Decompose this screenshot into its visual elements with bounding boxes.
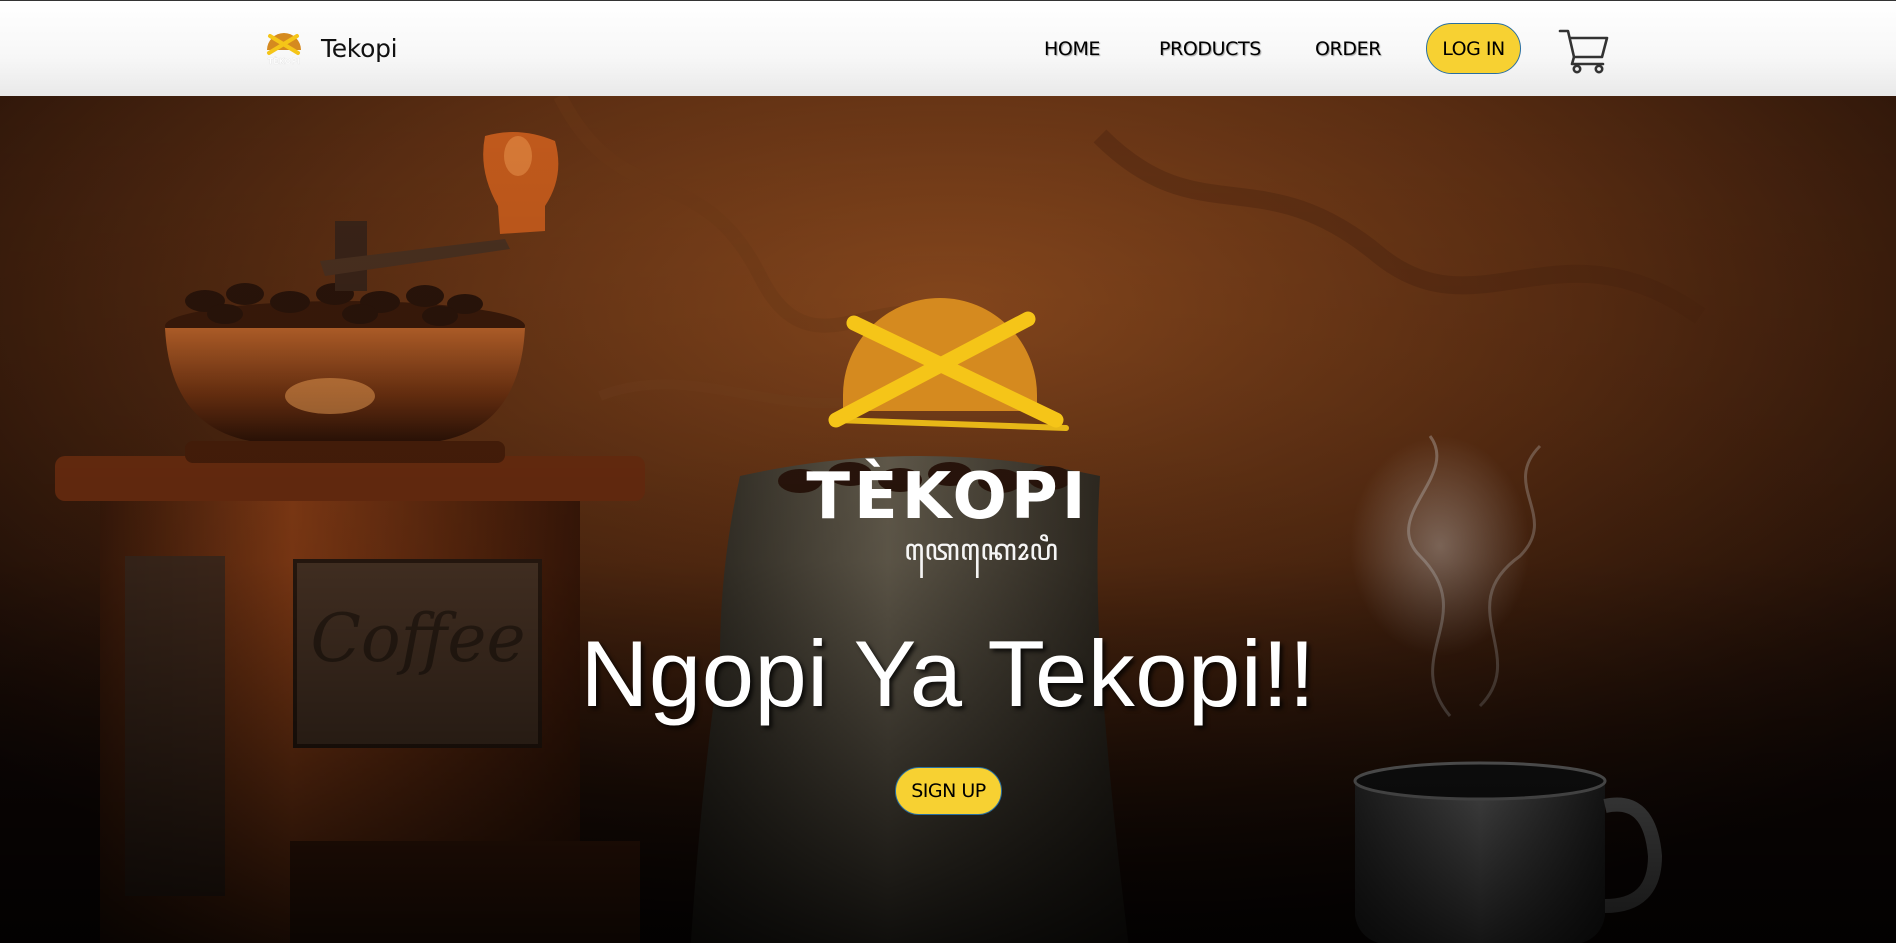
nav-home-link[interactable]: HOME [1044, 38, 1100, 60]
brand-name: Tekopi [321, 33, 398, 63]
brand[interactable]: TÈKOPI Tekopi [264, 23, 398, 73]
signup-button[interactable]: SIGN UP [895, 767, 1002, 815]
hero-section: Coffee [0, 96, 1896, 943]
hero-logo-script: ꦠꦺꦏꦺꦴꦥꦶ [904, 533, 1058, 578]
login-button[interactable]: LOG IN [1426, 23, 1521, 74]
tekopi-hero-logo: TÈKOPI ꦠꦺꦏꦺꦴꦥꦶ [806, 298, 1089, 578]
nav-order-link[interactable]: ORDER [1315, 38, 1381, 60]
hero-logo-wordmark: TÈKOPI [806, 458, 1089, 534]
svg-text:TÈKOPI: TÈKOPI [268, 55, 300, 66]
hero-title: Ngopi Ya Tekopi!! [580, 621, 1316, 726]
shopping-cart-icon[interactable] [1558, 27, 1610, 75]
navbar: TÈKOPI Tekopi HOME PRODUCTS ORDER LOG IN [0, 0, 1896, 96]
nav-products-link[interactable]: PRODUCTS [1159, 38, 1261, 60]
tekopi-logo-icon: TÈKOPI [267, 33, 301, 66]
